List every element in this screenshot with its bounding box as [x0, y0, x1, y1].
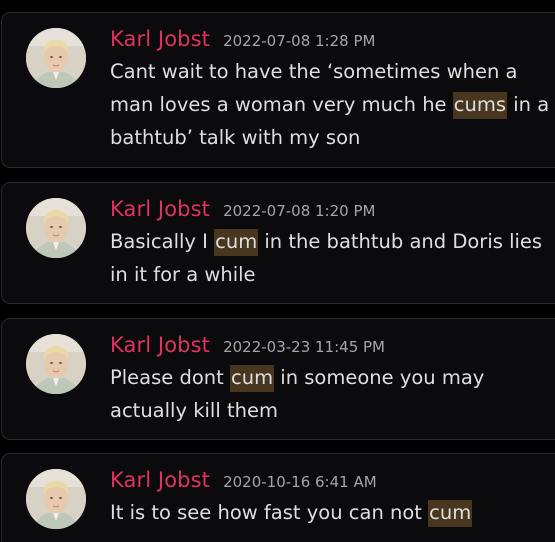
- user-photo-avatar-icon: [26, 28, 86, 88]
- message-result[interactable]: Karl Jobst 2020-10-16 6:41 AM It is to s…: [1, 453, 555, 542]
- message-text: Cant wait to have the ‘sometimes when a …: [110, 55, 550, 154]
- avatar[interactable]: [26, 28, 86, 88]
- message-text: It is to see how fast you can not cum: [110, 496, 550, 529]
- user-photo-avatar-icon: [26, 334, 86, 394]
- timestamp: 2022-03-23 11:45 PM: [223, 338, 385, 356]
- message-segment: It is to see how fast you can not: [110, 501, 429, 524]
- author-name[interactable]: Karl Jobst: [110, 468, 210, 492]
- timestamp: 2022-07-08 1:20 PM: [223, 202, 376, 220]
- message-text: Basically I cum in the bathtub and Doris…: [110, 225, 550, 291]
- avatar[interactable]: [26, 198, 86, 258]
- message-segment: Basically I: [110, 230, 215, 253]
- user-photo-avatar-icon: [26, 198, 86, 258]
- avatar[interactable]: [26, 334, 86, 394]
- author-name[interactable]: Karl Jobst: [110, 333, 210, 357]
- search-results-list: Karl Jobst 2022-07-08 1:28 PM Cant wait …: [0, 0, 555, 542]
- message-result[interactable]: Karl Jobst 2022-03-23 11:45 PM Please do…: [1, 318, 555, 440]
- avatar[interactable]: [26, 469, 86, 529]
- message-segment: Please dont: [110, 366, 230, 389]
- author-name[interactable]: Karl Jobst: [110, 27, 210, 51]
- message-text: Please dont cum in someone you may actua…: [110, 361, 550, 427]
- timestamp: 2020-10-16 6:41 AM: [223, 473, 377, 491]
- search-highlight: cum: [214, 229, 259, 256]
- timestamp: 2022-07-08 1:28 PM: [223, 32, 376, 50]
- message-result[interactable]: Karl Jobst 2022-07-08 1:20 PM Basically …: [1, 182, 555, 304]
- author-name[interactable]: Karl Jobst: [110, 197, 210, 221]
- search-highlight: cum: [428, 500, 473, 527]
- search-highlight: cums: [452, 92, 508, 119]
- user-photo-avatar-icon: [26, 469, 86, 529]
- search-highlight: cum: [230, 365, 275, 392]
- message-result[interactable]: Karl Jobst 2022-07-08 1:28 PM Cant wait …: [1, 12, 555, 168]
